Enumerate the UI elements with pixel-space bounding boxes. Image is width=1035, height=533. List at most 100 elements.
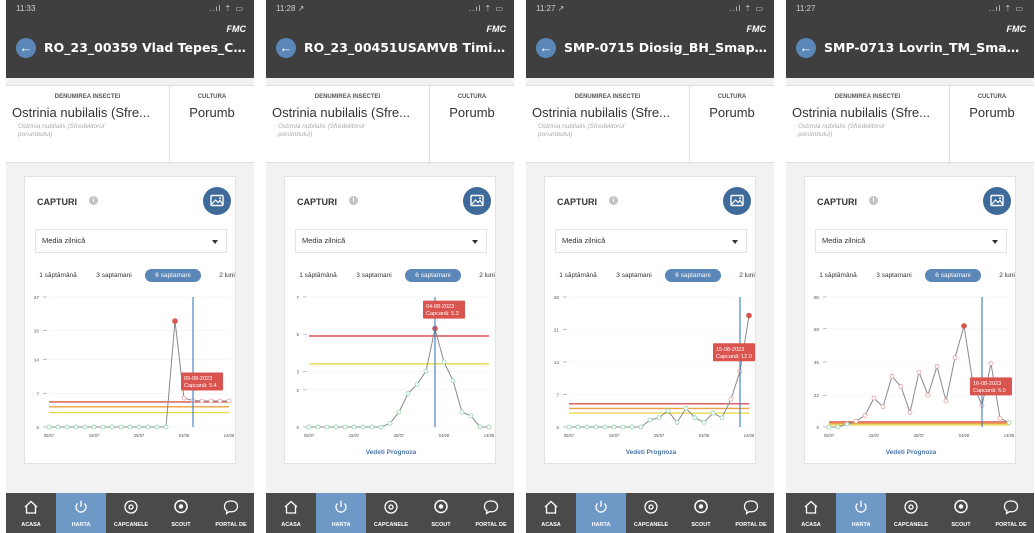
info-icon[interactable]: i [349,196,358,205]
app-screen: 11:33 ..ıl ⇡ ▭ FMC ← RO_23_00359 Vlad Tepes_… [6,0,254,533]
nav-label: PORTAL DE [215,522,247,528]
app-screen: 11:28 ↗ ..ıl ⇡ ▭ FMC ← RO_23_00451USAMVB Tim… [266,0,514,533]
nav-item[interactable]: SCOUT [936,493,986,533]
aggregation-dropdown[interactable]: Media zilnică [295,229,487,253]
period-tab[interactable]: 2 luni [207,269,237,282]
nav-item[interactable]: PORTAL DE [986,493,1034,533]
x-tick-label: 25/07 [134,433,145,438]
nav-item[interactable]: ACASA [526,493,576,533]
header-bar: 11:27 ↗ ..ıl ⇡ ▭ FMC ← SMP-0715 Diosig_BH_Sm… [526,0,774,78]
data-point [145,424,151,430]
aggregation-dropdown[interactable]: Media zilnică [815,229,1007,253]
data-point [611,424,617,430]
back-icon[interactable]: ← [16,38,36,58]
nav-item[interactable]: ACASA [786,493,836,533]
image-gallery-icon[interactable] [463,187,491,215]
aggregation-dropdown[interactable]: Media zilnică [35,229,227,253]
period-tab[interactable]: 3 saptamani [869,269,919,282]
period-tab[interactable]: 1 săptămână [291,269,345,282]
aggregation-dropdown[interactable]: Media zilnică [555,229,747,253]
period-tab[interactable]: 6 saptamani [925,269,981,282]
data-point [907,410,913,415]
image-gallery-icon[interactable] [983,187,1011,215]
forecast-link[interactable]: Vedeti Prognoza [805,449,1017,456]
captures-chart[interactable]: 0 22 45 68 90 05/07 15/07 25/07 04/08 14/08 16-08-… [805,289,1017,439]
period-tab[interactable]: 1 săptămână [551,269,605,282]
image-gallery-icon[interactable] [723,187,751,215]
nav-item[interactable]: PORTAL DE [206,493,254,533]
data-point [961,323,967,329]
nav-item[interactable]: PORTAL DE [726,493,774,533]
power-icon [576,497,626,517]
data-point [226,398,232,404]
period-tab[interactable]: 3 saptamani [349,269,399,282]
data-point [208,398,214,404]
nav-item[interactable]: HARTA [576,493,626,533]
back-icon[interactable]: ← [536,38,556,58]
data-point [647,417,653,423]
nav-item[interactable]: HARTA [56,493,106,533]
data-point [118,424,124,430]
data-point [387,420,393,426]
period-tab[interactable]: 2 luni [987,269,1017,282]
forecast-link[interactable]: Vedeti Prognoza [285,449,497,456]
nav-item[interactable]: SCOUT [156,493,206,533]
forecast-link[interactable]: Vedeti Prognoza [545,449,757,456]
nav-label: CAPCANELE [373,522,409,528]
captures-chart[interactable]: 0 7 14 21 28 05/07 15/07 25/07 04/08 14/08 15-08-2… [545,289,757,439]
data-point [351,424,357,430]
period-tab[interactable]: 1 săptămână [31,269,85,282]
data-point [414,381,420,387]
data-point [898,384,904,389]
period-tab[interactable]: 6 saptamani [145,269,201,282]
info-icon[interactable]: i [869,196,878,205]
nav-item[interactable]: CAPCANELE [886,493,936,533]
y-tick-label: 21 [554,328,560,333]
scout-search-icon [416,497,466,517]
y-tick-label: 22 [814,393,820,398]
nav-label: ACASA [801,522,821,528]
captures-chart[interactable]: 0 2 3 5 7 05/07 15/07 25/07 04/08 14/08 04-08-2023… [285,289,497,439]
nav-item[interactable]: SCOUT [416,493,466,533]
trap-info-panel: DENUMIREA INSECTEI Ostrinia nubilalis (Sf… [6,85,254,164]
nav-item[interactable]: SCOUT [676,493,726,533]
status-indicators: ..ıl ⇡ ▭ [728,4,764,13]
nav-item[interactable]: PORTAL DE [466,493,514,533]
insect-subtitle: Ostrinia nubilalis (Sfredelitorul porumb… [278,123,365,138]
nav-item[interactable]: ACASA [6,493,56,533]
data-point [593,424,599,430]
nav-item[interactable]: HARTA [316,493,366,533]
back-icon[interactable]: ← [276,38,296,58]
nav-item[interactable]: HARTA [836,493,886,533]
period-tab[interactable]: 2 luni [727,269,757,282]
data-point [91,424,97,430]
nav-item[interactable]: CAPCANELE [106,493,156,533]
tooltip-date: 04-08-2023 [426,304,454,310]
period-tab[interactable]: 2 luni [467,269,497,282]
insect-label: DENUMIREA INSECTEI [54,94,121,100]
info-icon[interactable]: i [609,196,618,205]
back-icon[interactable]: ← [796,38,816,58]
image-gallery-icon[interactable] [203,187,231,215]
crop-label: CULTURA [197,94,227,100]
nav-item[interactable]: CAPCANELE [366,493,416,533]
info-icon[interactable]: i [89,196,98,205]
period-tab[interactable]: 3 saptamani [89,269,139,282]
y-tick-label: 28 [554,295,560,300]
nav-item[interactable]: ACASA [266,493,316,533]
nav-label: PORTAL DE [735,522,767,528]
captures-chart[interactable]: 0 7 14 20 27 05/07 15/07 25/07 04/08 14/08 09-08-2… [25,289,237,439]
nav-item[interactable]: CAPCANELE [626,493,676,533]
power-icon [836,497,886,517]
x-tick-label: 05/07 [824,433,835,438]
period-tabs: 1 săptămână 3 saptamani 6 saptamani 2 luni [285,265,497,287]
data-point [916,369,922,375]
period-tab[interactable]: 6 saptamani [665,269,721,282]
period-tab[interactable]: 3 saptamani [609,269,659,282]
dropdown-value: Media zilnică [302,236,346,245]
data-point [163,424,169,430]
period-tab[interactable]: 1 săptămână [811,269,865,282]
period-tab[interactable]: 6 saptamani [405,269,461,282]
data-point [701,419,707,425]
data-point [477,424,483,430]
